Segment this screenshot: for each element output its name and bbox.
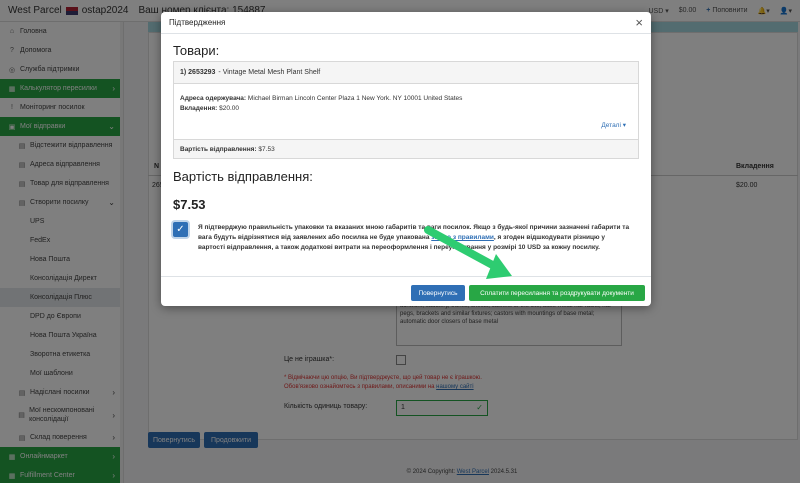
pay-and-print-button[interactable]: Сплатити пересилання та роздрукувати док… bbox=[469, 285, 645, 301]
modal-header: Підтвердження × bbox=[161, 12, 651, 34]
details-toggle[interactable]: Деталі ▾ bbox=[601, 121, 626, 129]
shipping-cost-label: Вартість відправлення: bbox=[180, 146, 257, 153]
attachments-value: $20.00 bbox=[219, 105, 240, 112]
confirm-checkbox[interactable]: ✓ bbox=[173, 222, 188, 237]
confirm-text: Я підтверджую правильність упаковки та в… bbox=[198, 223, 633, 253]
goods-shipping-cost: Вартість відправлення: $7.53 bbox=[174, 139, 638, 158]
goods-item-title: 1) 2653293 - Vintage Metal Mesh Plant Sh… bbox=[174, 62, 638, 84]
rules-link[interactable]: згідно з правилами bbox=[431, 234, 494, 241]
close-icon[interactable]: × bbox=[635, 16, 643, 29]
shipping-cost-value: $7.53 bbox=[258, 146, 275, 153]
cost-total: $7.53 bbox=[173, 197, 206, 212]
item-name: - Vintage Metal Mesh Plant Shelf bbox=[218, 69, 321, 76]
cost-heading: Вартість відправлення: bbox=[173, 169, 313, 184]
attachments-label: Вкладення: bbox=[180, 105, 218, 112]
modal-back-button[interactable]: Повернутись bbox=[411, 285, 465, 301]
modal-title: Підтвердження bbox=[169, 18, 226, 27]
goods-heading: Товари: bbox=[173, 43, 220, 58]
recipient-line: Адреса одержувача: Michael Birman Lincol… bbox=[180, 95, 462, 102]
recipient-value: Michael Birman Lincoln Center Plaza 1 Ne… bbox=[247, 95, 463, 102]
recipient-label: Адреса одержувача: bbox=[180, 95, 247, 102]
goods-card: 1) 2653293 - Vintage Metal Mesh Plant Sh… bbox=[173, 61, 639, 159]
item-number: 1) 2653293 bbox=[180, 69, 216, 76]
attachments-line: Вкладення: $20.00 bbox=[180, 105, 239, 112]
modal-footer: Повернутись Сплатити пересилання та розд… bbox=[161, 276, 651, 306]
confirmation-modal: Підтвердження × Товари: 1) 2653293 - Vin… bbox=[161, 12, 651, 306]
